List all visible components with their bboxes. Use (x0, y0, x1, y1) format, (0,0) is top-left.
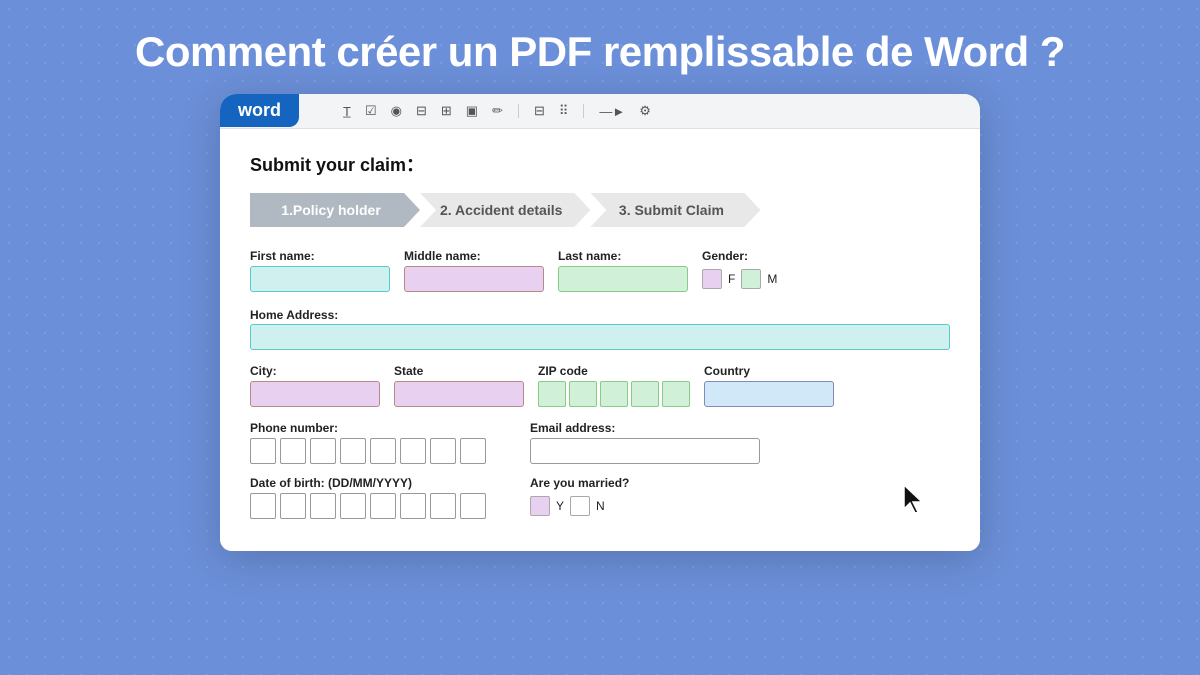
arrow-icon[interactable]: —► (596, 102, 628, 121)
form-title: Submit your claim： (250, 151, 950, 177)
dob-box-m1[interactable] (310, 493, 336, 519)
city-group: City: (250, 364, 380, 407)
gender-options: F M (702, 266, 777, 292)
settings-icon[interactable]: ⚙ (636, 101, 654, 121)
richtext-icon[interactable]: ⊟ (413, 101, 430, 121)
zip-group: ZIP code (538, 364, 690, 407)
radio-icon[interactable]: ◉ (388, 101, 405, 121)
zip-box-2[interactable] (569, 381, 597, 407)
last-name-input[interactable] (558, 266, 688, 292)
page-title: Comment créer un PDF remplissable de Wor… (135, 28, 1065, 76)
phone-box-8[interactable] (460, 438, 486, 464)
dob-married-row: Date of birth: (DD/MM/YYYY) Are you marr… (250, 476, 950, 519)
gender-m-checkbox[interactable] (741, 269, 761, 289)
home-address-input[interactable] (250, 324, 950, 350)
phone-email-row: Phone number: Email address: (250, 421, 950, 464)
gender-f-label: F (728, 272, 735, 286)
toolbar: T̲ ☑ ◉ ⊟ ⊞ ▣ ✏ ⊟ ⠿ —► ⚙ (220, 94, 980, 129)
zip-box-3[interactable] (600, 381, 628, 407)
phone-box-3[interactable] (310, 438, 336, 464)
state-input[interactable] (394, 381, 524, 407)
married-y-label: Y (556, 499, 564, 513)
email-group: Email address: (530, 421, 760, 464)
married-n-checkbox[interactable] (570, 496, 590, 516)
last-name-label: Last name: (558, 249, 688, 263)
step3-label: 3. Submit Claim (619, 202, 724, 218)
word-badge: word (220, 94, 299, 127)
middle-name-label: Middle name: (404, 249, 544, 263)
zip-label: ZIP code (538, 364, 690, 378)
country-group: Country (704, 364, 834, 407)
phone-box-6[interactable] (400, 438, 426, 464)
married-group: Are you married? Y N (530, 476, 629, 519)
married-options: Y N (530, 493, 629, 519)
toolbar-separator (518, 104, 519, 118)
step1-label: 1.Policy holder (281, 202, 381, 218)
phone-box-2[interactable] (280, 438, 306, 464)
grid2-icon[interactable]: ⠿ (556, 101, 572, 121)
phone-boxes (250, 438, 486, 464)
state-group: State (394, 364, 524, 407)
step-submit-claim[interactable]: 3. Submit Claim (590, 193, 760, 227)
middle-name-input[interactable] (404, 266, 544, 292)
dob-boxes (250, 493, 486, 519)
country-label: Country (704, 364, 834, 378)
phone-box-1[interactable] (250, 438, 276, 464)
first-name-label: First name: (250, 249, 390, 263)
checkbox-icon[interactable]: ☑ (362, 101, 380, 121)
zip-boxes (538, 381, 690, 407)
phone-box-7[interactable] (430, 438, 456, 464)
first-name-input[interactable] (250, 266, 390, 292)
dob-box-y1[interactable] (370, 493, 396, 519)
step-accident-details[interactable]: 2. Accident details (420, 193, 590, 227)
country-input[interactable] (704, 381, 834, 407)
dob-box-d2[interactable] (280, 493, 306, 519)
phone-group: Phone number: (250, 421, 486, 464)
city-label: City: (250, 364, 380, 378)
married-label: Are you married? (530, 476, 629, 490)
grid-icon[interactable]: ⊟ (531, 101, 548, 121)
married-n-label: N (596, 499, 605, 513)
phone-label: Phone number: (250, 421, 486, 435)
city-input[interactable] (250, 381, 380, 407)
gender-f-checkbox[interactable] (702, 269, 722, 289)
dob-box-y4[interactable] (460, 493, 486, 519)
name-fields-row: First name: Middle name: Last name: Gend… (250, 249, 950, 292)
city-state-row: City: State ZIP code Country (250, 364, 950, 407)
form-area: Submit your claim： 1.Policy holder 2. Ac… (220, 129, 980, 551)
phone-box-5[interactable] (370, 438, 396, 464)
step-policy-holder[interactable]: 1.Policy holder (250, 193, 420, 227)
home-address-label: Home Address: (250, 308, 338, 322)
steps-row: 1.Policy holder 2. Accident details 3. S… (250, 193, 950, 227)
text-field-icon[interactable]: T̲ (340, 102, 354, 121)
gender-m-label: M (767, 272, 777, 286)
married-y-checkbox[interactable] (530, 496, 550, 516)
dob-box-m2[interactable] (340, 493, 366, 519)
step2-label: 2. Accident details (440, 202, 562, 218)
dob-box-d1[interactable] (250, 493, 276, 519)
email-label: Email address: (530, 421, 760, 435)
image-icon[interactable]: ▣ (463, 101, 481, 121)
word-window: word T̲ ☑ ◉ ⊟ ⊞ ▣ ✏ ⊟ ⠿ —► ⚙ Submit your… (220, 94, 980, 551)
email-input[interactable] (530, 438, 760, 464)
zip-box-1[interactable] (538, 381, 566, 407)
dob-label: Date of birth: (DD/MM/YYYY) (250, 476, 486, 490)
state-label: State (394, 364, 524, 378)
dob-box-y3[interactable] (430, 493, 456, 519)
dob-group: Date of birth: (DD/MM/YYYY) (250, 476, 486, 519)
dob-box-y2[interactable] (400, 493, 426, 519)
last-name-group: Last name: (558, 249, 688, 292)
phone-box-4[interactable] (340, 438, 366, 464)
gender-label: Gender: (702, 249, 777, 263)
gender-group: Gender: F M (702, 249, 777, 292)
zip-box-5[interactable] (662, 381, 690, 407)
first-name-group: First name: (250, 249, 390, 292)
edit-icon[interactable]: ✏ (489, 101, 506, 121)
home-address-group: Home Address: (250, 306, 950, 350)
zip-box-4[interactable] (631, 381, 659, 407)
toolbar-separator2 (583, 104, 584, 118)
middle-name-group: Middle name: (404, 249, 544, 292)
table-icon[interactable]: ⊞ (438, 101, 455, 121)
